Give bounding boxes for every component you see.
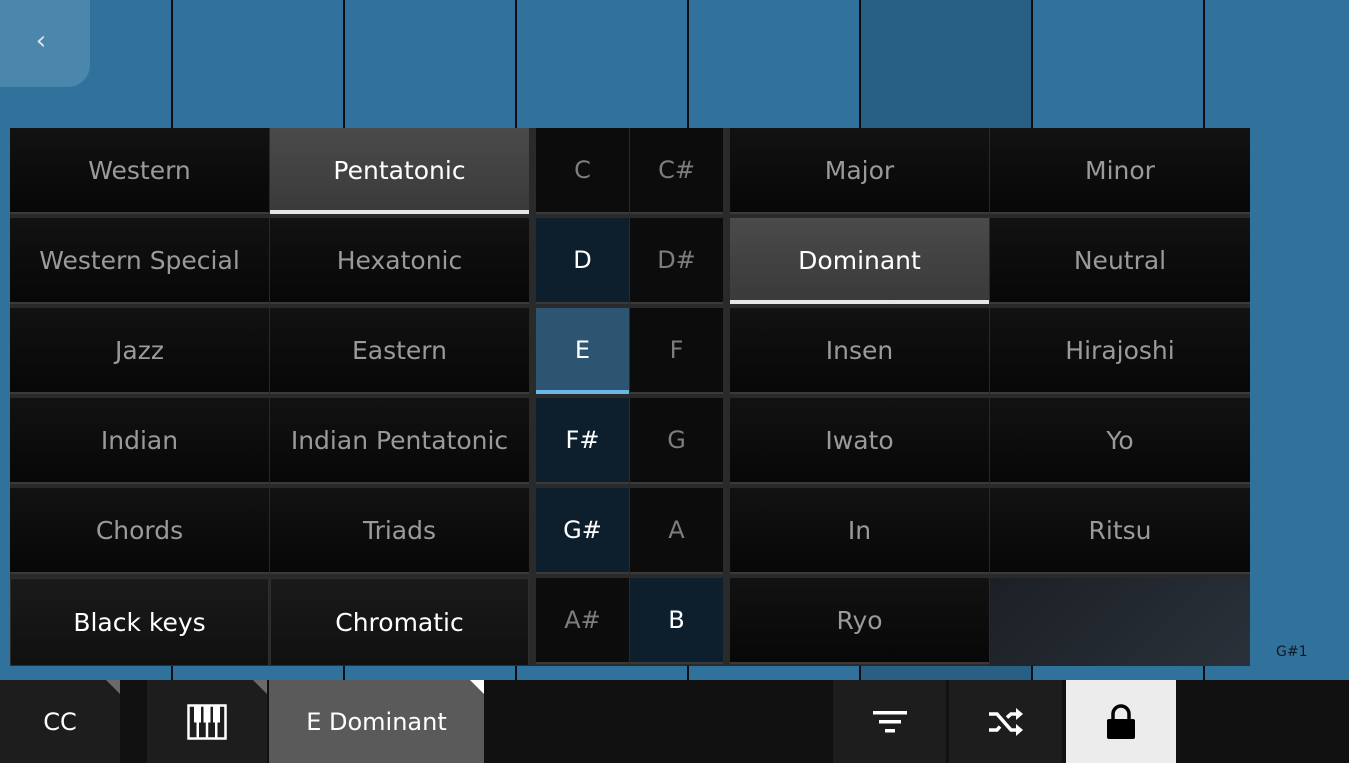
lock-icon xyxy=(1107,703,1135,739)
note-g-sharp[interactable]: G# xyxy=(536,488,629,574)
note-e[interactable]: E xyxy=(536,308,629,394)
scale-button[interactable]: E Dominant xyxy=(269,680,484,763)
scale-selector-panel: Western Pentatonic Western Special Hexatoni… xyxy=(10,128,1250,666)
scale-ryo[interactable]: Ryo xyxy=(730,578,989,664)
scale-minor[interactable]: Minor xyxy=(990,128,1250,214)
scale-insen[interactable]: Insen xyxy=(730,308,989,394)
keyboard-button[interactable] xyxy=(147,680,267,763)
scale-ritsu[interactable]: Ritsu xyxy=(990,488,1250,574)
empty-scale-slot xyxy=(990,578,1250,666)
category-indian-pentatonic[interactable]: Indian Pentatonic xyxy=(270,398,529,484)
note-c[interactable]: C xyxy=(536,128,629,214)
note-g[interactable]: G xyxy=(630,398,723,484)
note-c-sharp[interactable]: C# xyxy=(630,128,723,214)
note-a[interactable]: A xyxy=(630,488,723,574)
category-western-special[interactable]: Western Special xyxy=(10,218,269,304)
scale-button-label: E Dominant xyxy=(306,707,447,736)
note-d-sharp[interactable]: D# xyxy=(630,218,723,304)
category-jazz[interactable]: Jazz xyxy=(10,308,269,394)
category-pentatonic[interactable]: Pentatonic xyxy=(270,128,529,214)
scale-hirajoshi[interactable]: Hirajoshi xyxy=(990,308,1250,394)
black-keys-button[interactable]: Black keys xyxy=(10,578,269,666)
pad-note-label: G#1 xyxy=(1276,644,1308,660)
scale-yo[interactable]: Yo xyxy=(990,398,1250,484)
scale-dominant[interactable]: Dominant xyxy=(730,218,989,304)
category-eastern[interactable]: Eastern xyxy=(270,308,529,394)
note-b[interactable]: B xyxy=(630,578,723,664)
shuffle-icon xyxy=(988,707,1023,736)
category-hexatonic[interactable]: Hexatonic xyxy=(270,218,529,304)
cc-label: CC xyxy=(43,707,77,736)
chromatic-button[interactable]: Chromatic xyxy=(270,578,529,666)
cc-button[interactable]: CC xyxy=(0,680,120,763)
scale-neutral[interactable]: Neutral xyxy=(990,218,1250,304)
note-f[interactable]: F xyxy=(630,308,723,394)
back-button[interactable]: ‹ xyxy=(0,0,90,87)
scale-in[interactable]: In xyxy=(730,488,989,574)
category-indian[interactable]: Indian xyxy=(10,398,269,484)
note-d[interactable]: D xyxy=(536,218,629,304)
category-western[interactable]: Western xyxy=(10,128,269,214)
lock-button[interactable] xyxy=(1066,680,1176,763)
shuffle-button[interactable] xyxy=(949,680,1062,763)
filter-icon xyxy=(872,710,907,732)
piano-keys-icon xyxy=(187,703,227,740)
note-a-sharp[interactable]: A# xyxy=(536,578,629,664)
chevron-left-icon: ‹ xyxy=(35,25,47,56)
scale-major[interactable]: Major xyxy=(730,128,989,214)
filter-button[interactable] xyxy=(833,680,946,763)
scale-iwato[interactable]: Iwato xyxy=(730,398,989,484)
note-f-sharp[interactable]: F# xyxy=(536,398,629,484)
category-triads[interactable]: Triads xyxy=(270,488,529,574)
category-chords[interactable]: Chords xyxy=(10,488,269,574)
